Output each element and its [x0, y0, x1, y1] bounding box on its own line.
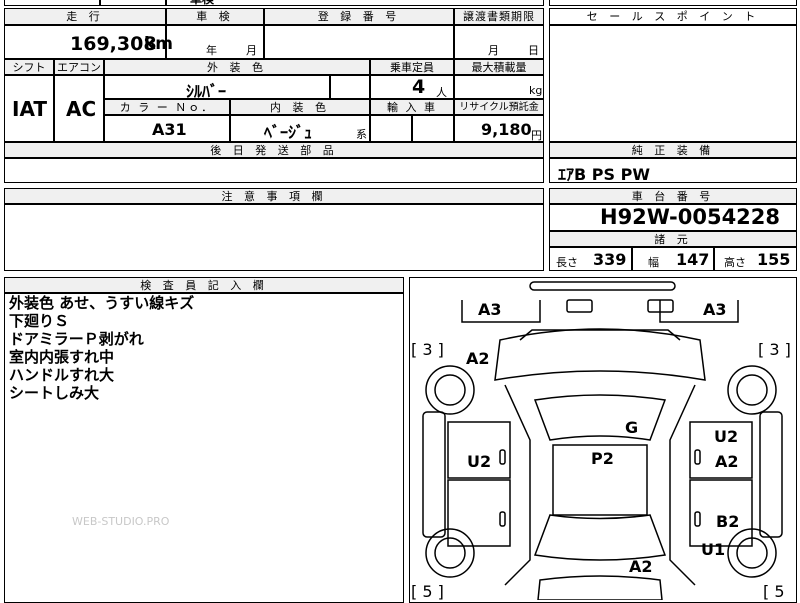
rear-shape — [537, 575, 663, 600]
mark-a2-front: A2 — [466, 349, 490, 368]
right-body-line — [669, 384, 696, 586]
mark-b2: B2 — [716, 512, 740, 531]
left-skirt-shape — [422, 411, 446, 538]
left-rear-handle-shape — [499, 511, 506, 527]
mark-u2-right-top: U2 — [714, 427, 739, 446]
grade-right-top: [ 3 ] — [758, 340, 791, 359]
hood-shape — [494, 328, 706, 381]
hood-line — [519, 329, 681, 341]
mark-a3-right: A3 — [703, 300, 727, 319]
car-diagram — [422, 281, 783, 600]
left-front-handle-shape — [499, 449, 506, 465]
mark-g: G — [625, 418, 639, 437]
grade-left-top: [ 3 ] — [411, 340, 444, 359]
mark-a3-left: A3 — [478, 300, 502, 319]
mark-a2-right: A2 — [715, 452, 739, 471]
mark-u2-left: U2 — [467, 452, 492, 471]
front-bumper-shape — [529, 281, 676, 291]
wheel-rear-left — [425, 528, 475, 578]
wheel-front-right — [727, 365, 777, 415]
headlight-left-shape — [566, 299, 593, 313]
rear-window-shape — [533, 514, 667, 561]
mark-u1: U1 — [701, 540, 726, 559]
right-rear-handle-shape — [694, 511, 701, 527]
mark-a2-rear: A2 — [629, 557, 653, 576]
right-front-handle-shape — [694, 449, 701, 465]
left-body-line — [504, 384, 531, 586]
grade-left-bottom: [ 5 ] — [411, 582, 444, 601]
wheel-front-left — [425, 365, 475, 415]
mark-p2: P2 — [591, 449, 614, 468]
windshield-shape — [533, 394, 667, 441]
grade-right-bottom: [ 5 — [763, 582, 785, 601]
right-skirt-shape — [759, 411, 783, 538]
